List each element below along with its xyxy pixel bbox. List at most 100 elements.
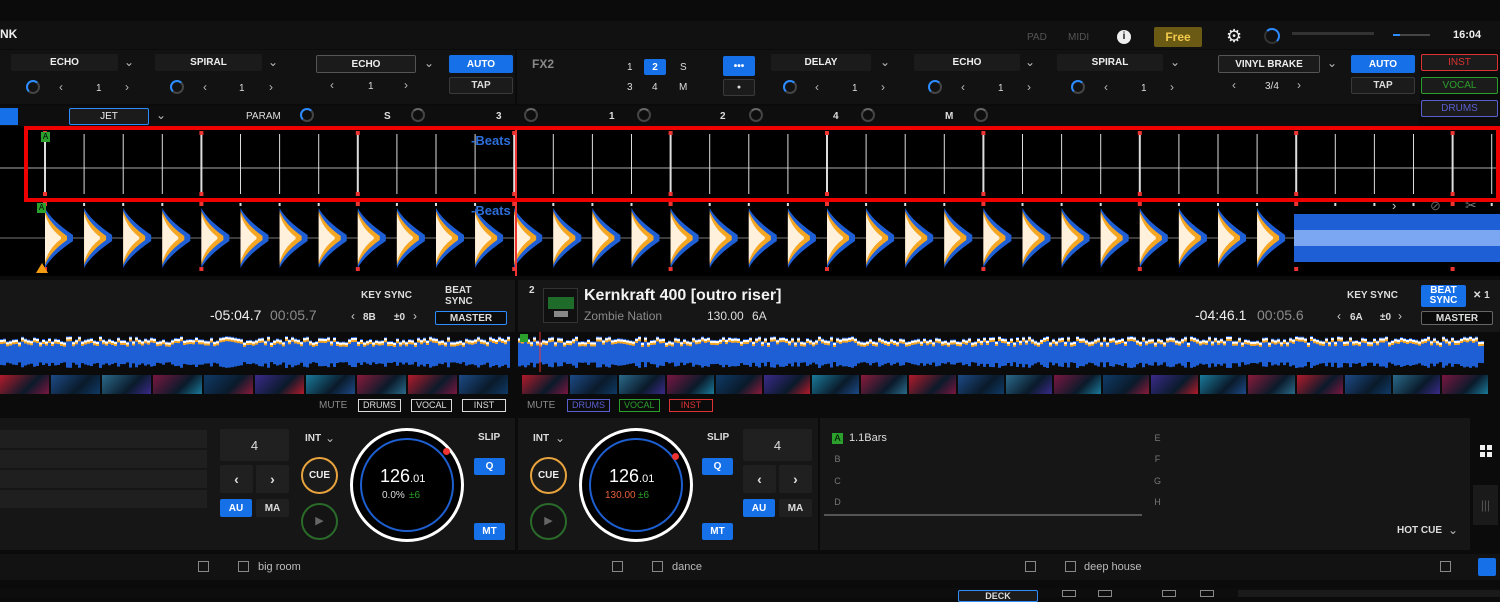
param-knob[interactable] (300, 108, 314, 122)
list-icon[interactable] (1065, 561, 1076, 572)
list-icon[interactable] (612, 561, 623, 572)
chevron-down-icon[interactable]: ⌄ (124, 55, 134, 69)
hotcue-scrollbar[interactable] (824, 514, 1142, 516)
stem-inst-button[interactable]: INST (1421, 54, 1498, 71)
link-icon[interactable]: ⊘ (1430, 198, 1441, 214)
fx2-dot-button[interactable]: ● (723, 79, 755, 96)
stem-vocal-button[interactable]: VOCAL (1421, 77, 1498, 94)
list-icon[interactable] (1440, 561, 1451, 572)
param-knob-4[interactable] (861, 108, 875, 122)
chevron-down-icon[interactable]: ⌄ (156, 108, 166, 122)
fx2-more-button[interactable]: ••• (723, 56, 755, 76)
deck2-loop-double[interactable]: › (779, 465, 812, 493)
deck1-mt-button[interactable]: MT (474, 523, 505, 540)
chevron-down-icon[interactable]: ⌄ (1170, 55, 1180, 69)
fx2-slot1-select[interactable]: DELAY (771, 54, 871, 71)
deck1-mute-inst[interactable]: INST (462, 399, 506, 412)
chevron-left-icon[interactable]: ‹ (1337, 309, 1341, 323)
fx1-slot3-select[interactable]: ECHO (316, 55, 416, 73)
deck2-mt-button[interactable]: MT (702, 523, 733, 540)
param-knob-m[interactable] (974, 108, 988, 122)
list-icon[interactable] (198, 561, 209, 572)
chevron-down-icon[interactable]: ⌄ (424, 56, 434, 70)
deck1-q-button[interactable]: Q (474, 458, 505, 475)
plan-badge[interactable]: Free (1154, 27, 1202, 47)
fx1-knob2[interactable] (170, 80, 184, 94)
jet-select[interactable]: JET (69, 108, 149, 125)
fx2-tap-button[interactable]: TAP (1351, 77, 1415, 94)
param-knob-1[interactable] (637, 108, 651, 122)
deck2-q-button[interactable]: Q (702, 458, 733, 475)
deck2-slip-button[interactable]: SLIP (707, 432, 729, 443)
fx2-beat-4[interactable]: 4 (652, 82, 658, 93)
browser-tab-big-room[interactable]: big room (258, 561, 301, 573)
list-icon[interactable] (652, 561, 663, 572)
beatgrid-waveform-area[interactable] (0, 126, 1500, 276)
deck1-int-select[interactable]: INT (305, 433, 321, 444)
deck2-master-button[interactable]: MASTER (1421, 311, 1493, 325)
chevron-down-icon[interactable]: ⌄ (1327, 56, 1337, 70)
chevron-right-icon[interactable]: › (881, 80, 885, 94)
hotcue-d[interactable]: D (824, 493, 1140, 511)
chevron-left-icon[interactable]: ‹ (59, 80, 63, 94)
deck1-ma-button[interactable]: MA (256, 499, 289, 517)
deck1-play-button[interactable]: ▶ (301, 503, 338, 540)
deck2-cue-button[interactable]: CUE (530, 457, 567, 494)
deck2-loop-size[interactable]: 4 (743, 429, 812, 461)
deck2-int-select[interactable]: INT (533, 433, 549, 444)
param-knob-3[interactable] (524, 108, 538, 122)
stem-drums-button[interactable]: DRUMS (1421, 100, 1498, 117)
deck1-mute-vocal[interactable]: VOCAL (411, 399, 452, 412)
browser-tab-deep-house[interactable]: deep house (1084, 561, 1142, 573)
fx2-slot3-select[interactable]: SPIRAL (1057, 54, 1163, 71)
chevron-right-icon[interactable]: › (1027, 80, 1031, 94)
deck1-loop-double[interactable]: › (256, 465, 289, 493)
chevron-down-icon[interactable]: ⌄ (268, 55, 278, 69)
view-icon[interactable] (1062, 590, 1076, 597)
hotcue-f[interactable]: F (1144, 450, 1460, 468)
volume-slider[interactable] (1393, 34, 1430, 36)
fx1-slot1-select[interactable]: ECHO (11, 54, 118, 71)
deck1-loop-halve[interactable]: ‹ (220, 465, 253, 493)
deck2-mute-vocal[interactable]: VOCAL (619, 399, 660, 412)
hotcue-c[interactable]: C (824, 472, 1140, 490)
deck-view-button[interactable]: DECK (958, 590, 1038, 602)
deck1-pad-row[interactable] (0, 490, 207, 508)
gear-icon[interactable]: ⚙ (1226, 27, 1242, 45)
view-icon[interactable] (1162, 590, 1176, 597)
view-icon[interactable] (1098, 590, 1112, 597)
fx2-knob3[interactable] (1071, 80, 1085, 94)
fx1-slot2-select[interactable]: SPIRAL (155, 54, 262, 71)
list-icon[interactable] (238, 561, 249, 572)
chevron-right-icon[interactable]: › (125, 80, 129, 94)
fx1-auto-button[interactable]: AUTO (449, 55, 513, 73)
deck1-slip-button[interactable]: SLIP (478, 432, 500, 443)
chevron-left-icon[interactable]: ‹ (203, 80, 207, 94)
deck2-mute-drums[interactable]: DRUMS (567, 399, 610, 412)
side-panel-tab[interactable]: ||| (1473, 485, 1498, 525)
fx2-beat-m[interactable]: M (679, 82, 687, 93)
deck1-pad-row[interactable] (0, 470, 207, 488)
deck2-overview-waveform[interactable] (518, 332, 1500, 372)
deck2-key-sync[interactable]: KEY SYNC (1347, 290, 1398, 301)
grid-marker-a[interactable]: A (41, 132, 50, 142)
fx2-knob2[interactable] (928, 80, 942, 94)
scissors-icon[interactable]: ✂ (1465, 197, 1477, 214)
chevron-left-icon[interactable]: ‹ (1232, 78, 1236, 92)
grid-view-icon[interactable] (1480, 445, 1492, 457)
chevron-down-icon[interactable]: ⌄ (880, 55, 890, 69)
deck1-mute-drums[interactable]: DRUMS (358, 399, 401, 412)
chevron-left-icon[interactable]: ‹ (351, 309, 355, 323)
fx2-slot2-select[interactable]: ECHO (914, 54, 1020, 71)
param-knob-s[interactable] (411, 108, 425, 122)
chevron-left-icon[interactable]: ‹ (961, 80, 965, 94)
deck1-au-button[interactable]: AU (220, 499, 252, 517)
fx2-auto-button[interactable]: AUTO (1351, 55, 1415, 73)
hotcue-e[interactable]: E (1144, 429, 1460, 447)
chevron-right-icon[interactable]: › (413, 309, 417, 323)
browser-tab-dance[interactable]: dance (672, 561, 702, 573)
hotcue-b[interactable]: B (824, 450, 1140, 468)
deck1-pad-row[interactable] (0, 450, 207, 468)
deck2-mute-inst[interactable]: INST (669, 399, 713, 412)
list-icon[interactable] (1025, 561, 1036, 572)
